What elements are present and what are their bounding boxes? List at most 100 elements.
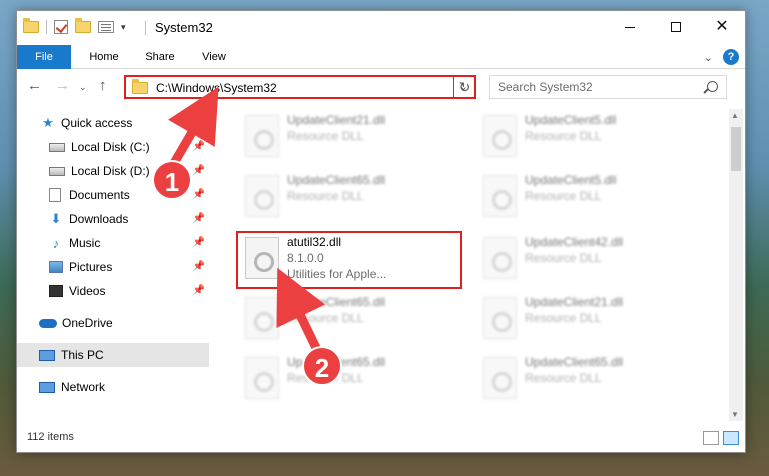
pin-icon: 📌	[192, 285, 205, 296]
address-path: C:\Windows\System32	[156, 81, 277, 95]
details-view-icon[interactable]	[703, 431, 719, 445]
pin-icon: 📌	[192, 237, 205, 248]
pin-icon: 📌	[192, 189, 205, 200]
file-item[interactable]: UpdateClient42.dll Resource DLL	[475, 229, 695, 287]
close-icon: ✕	[715, 18, 729, 35]
sidebar-item-label: Quick access	[61, 116, 133, 130]
file-type: Resource DLL	[525, 129, 602, 143]
chevron-down-icon[interactable]: ⌄	[704, 51, 713, 64]
sidebar-item-music[interactable]: ♪ Music 📌	[17, 231, 209, 255]
computer-icon	[39, 349, 55, 361]
disk-icon	[49, 142, 65, 152]
file-type: Resource DLL	[287, 189, 364, 203]
file-name: UpdateClient5.dll	[525, 173, 617, 187]
file-item[interactable]: UpdateClient65.dll Resource DLL	[475, 349, 695, 407]
new-folder-icon[interactable]	[75, 18, 91, 33]
highlight-box	[236, 231, 462, 289]
file-type: Resource DLL	[525, 311, 602, 325]
documents-icon	[49, 188, 61, 202]
file-type: Resource DLL	[287, 129, 364, 143]
forward-arrow-icon[interactable]: →	[55, 77, 70, 94]
file-name: UpdateClient5.dll	[525, 113, 617, 127]
file-type: Resource DLL	[525, 371, 602, 385]
title-separator	[145, 21, 146, 35]
file-item[interactable]: UpdateClient65.dll Resource DLL	[237, 167, 457, 225]
sidebar-item-pictures[interactable]: Pictures 📌	[17, 255, 209, 279]
sidebar-item-this-pc[interactable]: This PC	[17, 343, 209, 367]
sidebar-item-label: Local Disk (C:)	[71, 140, 150, 154]
file-item[interactable]: UpdateClient21.dll Resource DLL	[475, 289, 695, 347]
scroll-up-icon[interactable]: ▲	[731, 111, 739, 120]
tab-home[interactable]: Home	[79, 45, 129, 69]
sidebar-item-local-disk-c[interactable]: Local Disk (C:) 📌	[17, 135, 209, 159]
sidebar-item-videos[interactable]: Videos 📌	[17, 279, 209, 303]
back-arrow-icon[interactable]: ←	[27, 77, 42, 94]
star-icon: ★	[42, 115, 54, 130]
disk-icon	[49, 166, 65, 176]
cloud-icon	[39, 318, 57, 328]
sidebar-item-network[interactable]: Network	[17, 375, 209, 399]
file-item[interactable]: UpdateClient5.dll Resource DLL	[475, 107, 695, 165]
sidebar-item-label: Local Disk (D:)	[71, 164, 150, 178]
sidebar-item-label: Network	[61, 380, 106, 394]
vertical-scrollbar[interactable]: ▲ ▼	[729, 109, 743, 421]
maximize-button[interactable]	[653, 11, 699, 43]
tab-share[interactable]: Share	[135, 45, 185, 69]
up-arrow-icon[interactable]: ↑	[99, 77, 107, 94]
sidebar-item-onedrive[interactable]: OneDrive	[17, 311, 209, 335]
minimize-button[interactable]	[607, 11, 653, 43]
navigation-pane: ★ Quick access Local Disk (C:) 📌 Local D…	[17, 111, 211, 411]
tab-view[interactable]: View	[191, 45, 237, 69]
sidebar-item-quick-access[interactable]: ★ Quick access	[17, 111, 209, 135]
file-item[interactable]: UpdateClient5.dll Resource DLL	[475, 167, 695, 225]
dll-file-icon	[245, 115, 279, 157]
title-bar: ▾ System32 ✕	[17, 11, 745, 45]
refresh-icon: ↻	[458, 79, 471, 95]
tiles-view-icon[interactable]	[723, 431, 739, 445]
window-title: System32	[155, 20, 213, 35]
music-icon: ♪	[52, 235, 60, 251]
refresh-button[interactable]: ↻	[453, 76, 475, 98]
dll-file-icon	[483, 115, 517, 157]
dll-file-icon	[245, 297, 279, 339]
properties-check-icon[interactable]	[54, 20, 68, 34]
file-type: Resource DLL	[287, 311, 364, 325]
pin-icon: 📌	[192, 165, 205, 176]
sidebar-item-label: Downloads	[69, 212, 129, 226]
annotation-badge-2: 2	[302, 346, 342, 386]
tab-file[interactable]: File	[17, 45, 71, 69]
toolbar-separator	[46, 20, 47, 34]
annotation-badge-1: 1	[152, 160, 192, 200]
dll-file-icon	[245, 357, 279, 399]
recent-locations-icon[interactable]: ⌄	[79, 82, 87, 93]
scroll-down-icon[interactable]: ▼	[731, 410, 739, 419]
close-button[interactable]: ✕	[699, 11, 745, 43]
sidebar-item-label: Videos	[69, 284, 106, 298]
help-icon[interactable]: ?	[723, 49, 739, 65]
file-type: Resource DLL	[525, 189, 602, 203]
file-item[interactable]: UpdateClient65.dll Resource DLL	[237, 349, 457, 407]
search-placeholder: Search System32	[498, 80, 593, 94]
file-type: Resource DLL	[525, 251, 602, 265]
pin-icon: 📌	[192, 141, 205, 152]
file-item[interactable]: UpdateClient21.dll Resource DLL	[237, 107, 457, 165]
file-name: UpdateClient65.dll	[525, 355, 624, 369]
network-icon	[39, 381, 55, 393]
search-input[interactable]: Search System32	[489, 75, 727, 99]
customize-icon[interactable]	[98, 21, 114, 33]
folder-icon	[23, 18, 39, 33]
ribbon-right-controls: ⌄ ?	[704, 49, 739, 65]
sidebar-item-downloads[interactable]: ⬇ Downloads 📌	[17, 207, 209, 231]
sidebar-item-label: Pictures	[69, 260, 113, 274]
dll-file-icon	[483, 357, 517, 399]
sidebar-item-label: OneDrive	[62, 316, 113, 330]
address-bar[interactable]: C:\Windows\System32 ⌄	[124, 75, 476, 99]
videos-icon	[49, 285, 63, 297]
scroll-thumb[interactable]	[731, 127, 741, 171]
file-item[interactable]: UpdateClient65.dll Resource DLL	[237, 289, 457, 347]
pin-icon: 📌	[192, 213, 205, 224]
search-icon	[707, 81, 718, 92]
sidebar-item-label: Documents	[69, 188, 130, 202]
file-name: UpdateClient42.dll	[525, 235, 624, 249]
qat-dropdown-icon[interactable]: ▾	[121, 22, 126, 33]
